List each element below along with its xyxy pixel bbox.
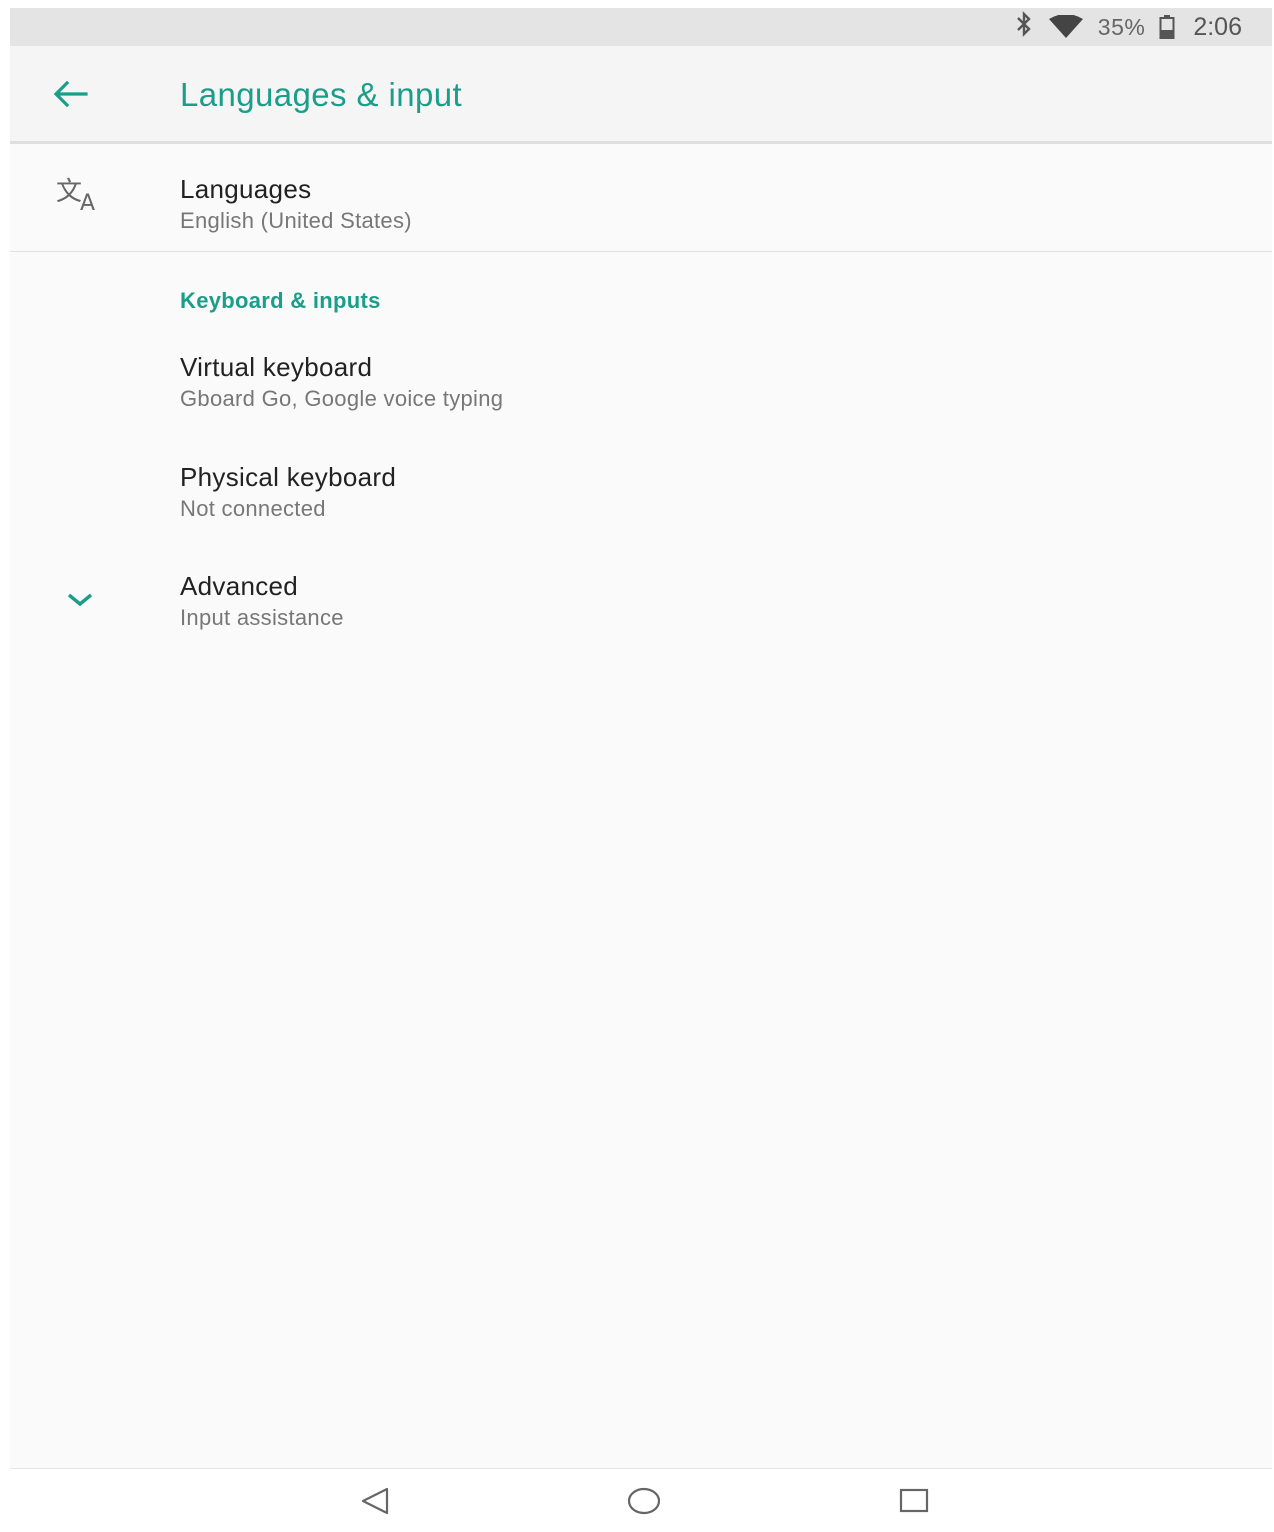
divider bbox=[10, 251, 1272, 252]
advanced-summary: Input assistance bbox=[180, 605, 344, 630]
languages-item[interactable]: 文 A Languages English (United States) bbox=[10, 144, 1272, 250]
section-header-keyboard: Keyboard & inputs bbox=[180, 288, 381, 313]
nav-back-button[interactable] bbox=[355, 1483, 395, 1519]
physical-keyboard-summary: Not connected bbox=[180, 496, 326, 521]
virtual-keyboard-summary: Gboard Go, Google voice typing bbox=[180, 386, 504, 411]
advanced-item[interactable]: Advanced Input assistance bbox=[10, 556, 1272, 656]
page-title: Languages & input bbox=[180, 76, 463, 113]
physical-keyboard-title: Physical keyboard bbox=[180, 462, 397, 492]
svg-text:文: 文 bbox=[56, 177, 82, 207]
navigation-bar bbox=[10, 1468, 1272, 1530]
battery-icon bbox=[1159, 14, 1175, 40]
nav-recents-button[interactable] bbox=[894, 1483, 934, 1519]
translate-icon: 文 A bbox=[50, 164, 110, 224]
wifi-icon bbox=[1048, 15, 1084, 39]
home-circle-icon bbox=[627, 1487, 661, 1515]
chevron-down-icon bbox=[50, 570, 110, 630]
virtual-keyboard-title: Virtual keyboard bbox=[180, 352, 373, 382]
device-screen: 35% 2:06 Languages & input 文 A Languages bbox=[10, 8, 1272, 1530]
arrow-back-icon bbox=[53, 80, 88, 108]
bluetooth-icon bbox=[1014, 11, 1034, 43]
clock: 2:06 bbox=[1193, 12, 1242, 41]
recents-square-icon bbox=[899, 1488, 929, 1513]
back-triangle-icon bbox=[361, 1487, 389, 1515]
languages-title: Languages bbox=[180, 174, 312, 204]
nav-home-button[interactable] bbox=[624, 1483, 664, 1519]
app-bar: Languages & input bbox=[10, 46, 1272, 144]
advanced-title: Advanced bbox=[180, 571, 299, 601]
status-bar: 35% 2:06 bbox=[10, 8, 1272, 46]
svg-text:A: A bbox=[80, 191, 95, 214]
back-button[interactable] bbox=[48, 74, 92, 114]
languages-summary: English (United States) bbox=[180, 208, 412, 233]
virtual-keyboard-item[interactable]: Virtual keyboard Gboard Go, Google voice… bbox=[10, 338, 1272, 438]
battery-percent: 35% bbox=[1097, 13, 1146, 40]
physical-keyboard-item[interactable]: Physical keyboard Not connected bbox=[10, 448, 1272, 548]
